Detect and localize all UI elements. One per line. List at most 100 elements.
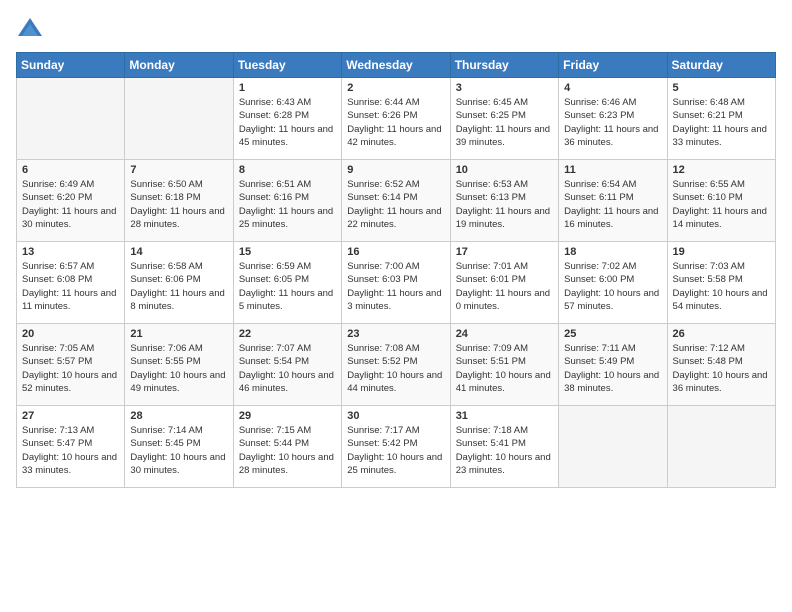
day-info: Sunrise: 7:01 AMSunset: 6:01 PMDaylight:… <box>456 260 553 313</box>
day-info: Sunrise: 7:03 AMSunset: 5:58 PMDaylight:… <box>673 260 770 313</box>
calendar-day-cell: 5Sunrise: 6:48 AMSunset: 6:21 PMDaylight… <box>667 78 775 160</box>
day-info: Sunrise: 7:08 AMSunset: 5:52 PMDaylight:… <box>347 342 444 395</box>
calendar-day-cell <box>17 78 125 160</box>
day-info: Sunrise: 7:13 AMSunset: 5:47 PMDaylight:… <box>22 424 119 477</box>
day-number: 19 <box>673 246 770 258</box>
day-info: Sunrise: 6:55 AMSunset: 6:10 PMDaylight:… <box>673 178 770 231</box>
day-number: 15 <box>239 246 336 258</box>
calendar-day-cell: 18 Sunrise: 7:02 AMSunset: 6:00 PMDayligh… <box>559 242 667 324</box>
day-number: 14 <box>130 246 227 258</box>
logo <box>16 16 48 44</box>
calendar-week-row: 13 Sunrise: 6:57 AMSunset: 6:08 PMDayligh… <box>17 242 776 324</box>
weekday-header: Thursday <box>450 53 558 78</box>
calendar-day-cell: 9 Sunrise: 6:52 AMSunset: 6:14 PMDaylight… <box>342 160 450 242</box>
day-info: Sunrise: 7:15 AMSunset: 5:44 PMDaylight:… <box>239 424 336 477</box>
day-number: 5 <box>673 82 770 94</box>
calendar-day-cell: 3 Sunrise: 6:45 AMSunset: 6:25 PMDaylight… <box>450 78 558 160</box>
day-number: 20 <box>22 328 119 340</box>
weekday-header: Tuesday <box>233 53 341 78</box>
day-info: Sunrise: 6:46 AMSunset: 6:23 PMDaylight:… <box>564 96 661 149</box>
day-number: 22 <box>239 328 336 340</box>
day-info: Sunrise: 7:18 AMSunset: 5:41 PMDaylight:… <box>456 424 553 477</box>
day-info: Sunrise: 6:45 AMSunset: 6:25 PMDaylight:… <box>456 96 553 149</box>
calendar-day-cell: 8 Sunrise: 6:51 AMSunset: 6:16 PMDaylight… <box>233 160 341 242</box>
day-number: 24 <box>456 328 553 340</box>
day-number: 7 <box>130 164 227 176</box>
calendar-day-cell: 23 Sunrise: 7:08 AMSunset: 5:52 PMDayligh… <box>342 324 450 406</box>
day-number: 31 <box>456 410 553 422</box>
day-number: 23 <box>347 328 444 340</box>
calendar-day-cell: 24Sunrise: 7:09 AMSunset: 5:51 PMDayligh… <box>450 324 558 406</box>
calendar-day-cell: 12Sunrise: 6:55 AMSunset: 6:10 PMDayligh… <box>667 160 775 242</box>
calendar-day-cell: 17 Sunrise: 7:01 AMSunset: 6:01 PMDayligh… <box>450 242 558 324</box>
calendar-week-row: 1 Sunrise: 6:43 AMSunset: 6:28 PMDaylight… <box>17 78 776 160</box>
day-number: 27 <box>22 410 119 422</box>
day-info: Sunrise: 7:02 AMSunset: 6:00 PMDaylight:… <box>564 260 661 313</box>
calendar-week-row: 20 Sunrise: 7:05 AMSunset: 5:57 PMDayligh… <box>17 324 776 406</box>
calendar-day-cell: 2Sunrise: 6:44 AMSunset: 6:26 PMDaylight… <box>342 78 450 160</box>
day-info: Sunrise: 7:07 AMSunset: 5:54 PMDaylight:… <box>239 342 336 395</box>
day-info: Sunrise: 6:58 AMSunset: 6:06 PMDaylight:… <box>130 260 227 313</box>
calendar-week-row: 6 Sunrise: 6:49 AMSunset: 6:20 PMDaylight… <box>17 160 776 242</box>
day-info: Sunrise: 6:44 AMSunset: 6:26 PMDaylight:… <box>347 96 444 149</box>
day-number: 9 <box>347 164 444 176</box>
day-number: 18 <box>564 246 661 258</box>
day-info: Sunrise: 6:54 AMSunset: 6:11 PMDaylight:… <box>564 178 661 231</box>
day-info: Sunrise: 6:51 AMSunset: 6:16 PMDaylight:… <box>239 178 336 231</box>
calendar-week-row: 27 Sunrise: 7:13 AMSunset: 5:47 PMDayligh… <box>17 406 776 488</box>
day-number: 29 <box>239 410 336 422</box>
day-number: 8 <box>239 164 336 176</box>
calendar-day-cell <box>667 406 775 488</box>
day-number: 28 <box>130 410 227 422</box>
calendar-day-cell: 25 Sunrise: 7:11 AMSunset: 5:49 PMDayligh… <box>559 324 667 406</box>
calendar-day-cell: 19 Sunrise: 7:03 AMSunset: 5:58 PMDayligh… <box>667 242 775 324</box>
calendar-day-cell: 15 Sunrise: 6:59 AMSunset: 6:05 PMDayligh… <box>233 242 341 324</box>
day-number: 10 <box>456 164 553 176</box>
calendar-day-cell: 28 Sunrise: 7:14 AMSunset: 5:45 PMDayligh… <box>125 406 233 488</box>
day-number: 13 <box>22 246 119 258</box>
calendar-day-cell: 30 Sunrise: 7:17 AMSunset: 5:42 PMDayligh… <box>342 406 450 488</box>
day-info: Sunrise: 6:50 AMSunset: 6:18 PMDaylight:… <box>130 178 227 231</box>
calendar-day-cell: 11 Sunrise: 6:54 AMSunset: 6:11 PMDayligh… <box>559 160 667 242</box>
day-info: Sunrise: 7:17 AMSunset: 5:42 PMDaylight:… <box>347 424 444 477</box>
day-info: Sunrise: 7:06 AMSunset: 5:55 PMDaylight:… <box>130 342 227 395</box>
day-number: 17 <box>456 246 553 258</box>
day-info: Sunrise: 7:12 AMSunset: 5:48 PMDaylight:… <box>673 342 770 395</box>
day-number: 26 <box>673 328 770 340</box>
calendar-day-cell: 31 Sunrise: 7:18 AMSunset: 5:41 PMDayligh… <box>450 406 558 488</box>
day-info: Sunrise: 6:57 AMSunset: 6:08 PMDaylight:… <box>22 260 119 313</box>
weekday-header: Sunday <box>17 53 125 78</box>
calendar-day-cell: 10 Sunrise: 6:53 AMSunset: 6:13 PMDayligh… <box>450 160 558 242</box>
day-number: 1 <box>239 82 336 94</box>
day-number: 25 <box>564 328 661 340</box>
calendar-day-cell: 22 Sunrise: 7:07 AMSunset: 5:54 PMDayligh… <box>233 324 341 406</box>
day-info: Sunrise: 7:14 AMSunset: 5:45 PMDaylight:… <box>130 424 227 477</box>
calendar-day-cell: 6 Sunrise: 6:49 AMSunset: 6:20 PMDaylight… <box>17 160 125 242</box>
calendar-table: SundayMondayTuesdayWednesdayThursdayFrid… <box>16 52 776 488</box>
calendar-day-cell: 21 Sunrise: 7:06 AMSunset: 5:55 PMDayligh… <box>125 324 233 406</box>
day-number: 30 <box>347 410 444 422</box>
day-info: Sunrise: 6:43 AMSunset: 6:28 PMDaylight:… <box>239 96 336 149</box>
calendar-day-cell: 4Sunrise: 6:46 AMSunset: 6:23 PMDaylight… <box>559 78 667 160</box>
day-number: 16 <box>347 246 444 258</box>
day-number: 3 <box>456 82 553 94</box>
weekday-header: Monday <box>125 53 233 78</box>
day-number: 6 <box>22 164 119 176</box>
calendar-day-cell: 1 Sunrise: 6:43 AMSunset: 6:28 PMDaylight… <box>233 78 341 160</box>
day-info: Sunrise: 7:00 AMSunset: 6:03 PMDaylight:… <box>347 260 444 313</box>
day-info: Sunrise: 6:59 AMSunset: 6:05 PMDaylight:… <box>239 260 336 313</box>
page-header <box>16 16 776 44</box>
weekday-header: Wednesday <box>342 53 450 78</box>
day-number: 11 <box>564 164 661 176</box>
day-info: Sunrise: 6:52 AMSunset: 6:14 PMDaylight:… <box>347 178 444 231</box>
calendar-day-cell: 7 Sunrise: 6:50 AMSunset: 6:18 PMDaylight… <box>125 160 233 242</box>
day-info: Sunrise: 6:49 AMSunset: 6:20 PMDaylight:… <box>22 178 119 231</box>
day-info: Sunrise: 7:11 AMSunset: 5:49 PMDaylight:… <box>564 342 661 395</box>
calendar-day-cell: 16 Sunrise: 7:00 AMSunset: 6:03 PMDayligh… <box>342 242 450 324</box>
calendar-day-cell: 26 Sunrise: 7:12 AMSunset: 5:48 PMDayligh… <box>667 324 775 406</box>
day-info: Sunrise: 7:05 AMSunset: 5:57 PMDaylight:… <box>22 342 119 395</box>
day-number: 21 <box>130 328 227 340</box>
calendar-day-cell: 20 Sunrise: 7:05 AMSunset: 5:57 PMDayligh… <box>17 324 125 406</box>
day-info: Sunrise: 6:53 AMSunset: 6:13 PMDaylight:… <box>456 178 553 231</box>
calendar-day-cell: 13 Sunrise: 6:57 AMSunset: 6:08 PMDayligh… <box>17 242 125 324</box>
